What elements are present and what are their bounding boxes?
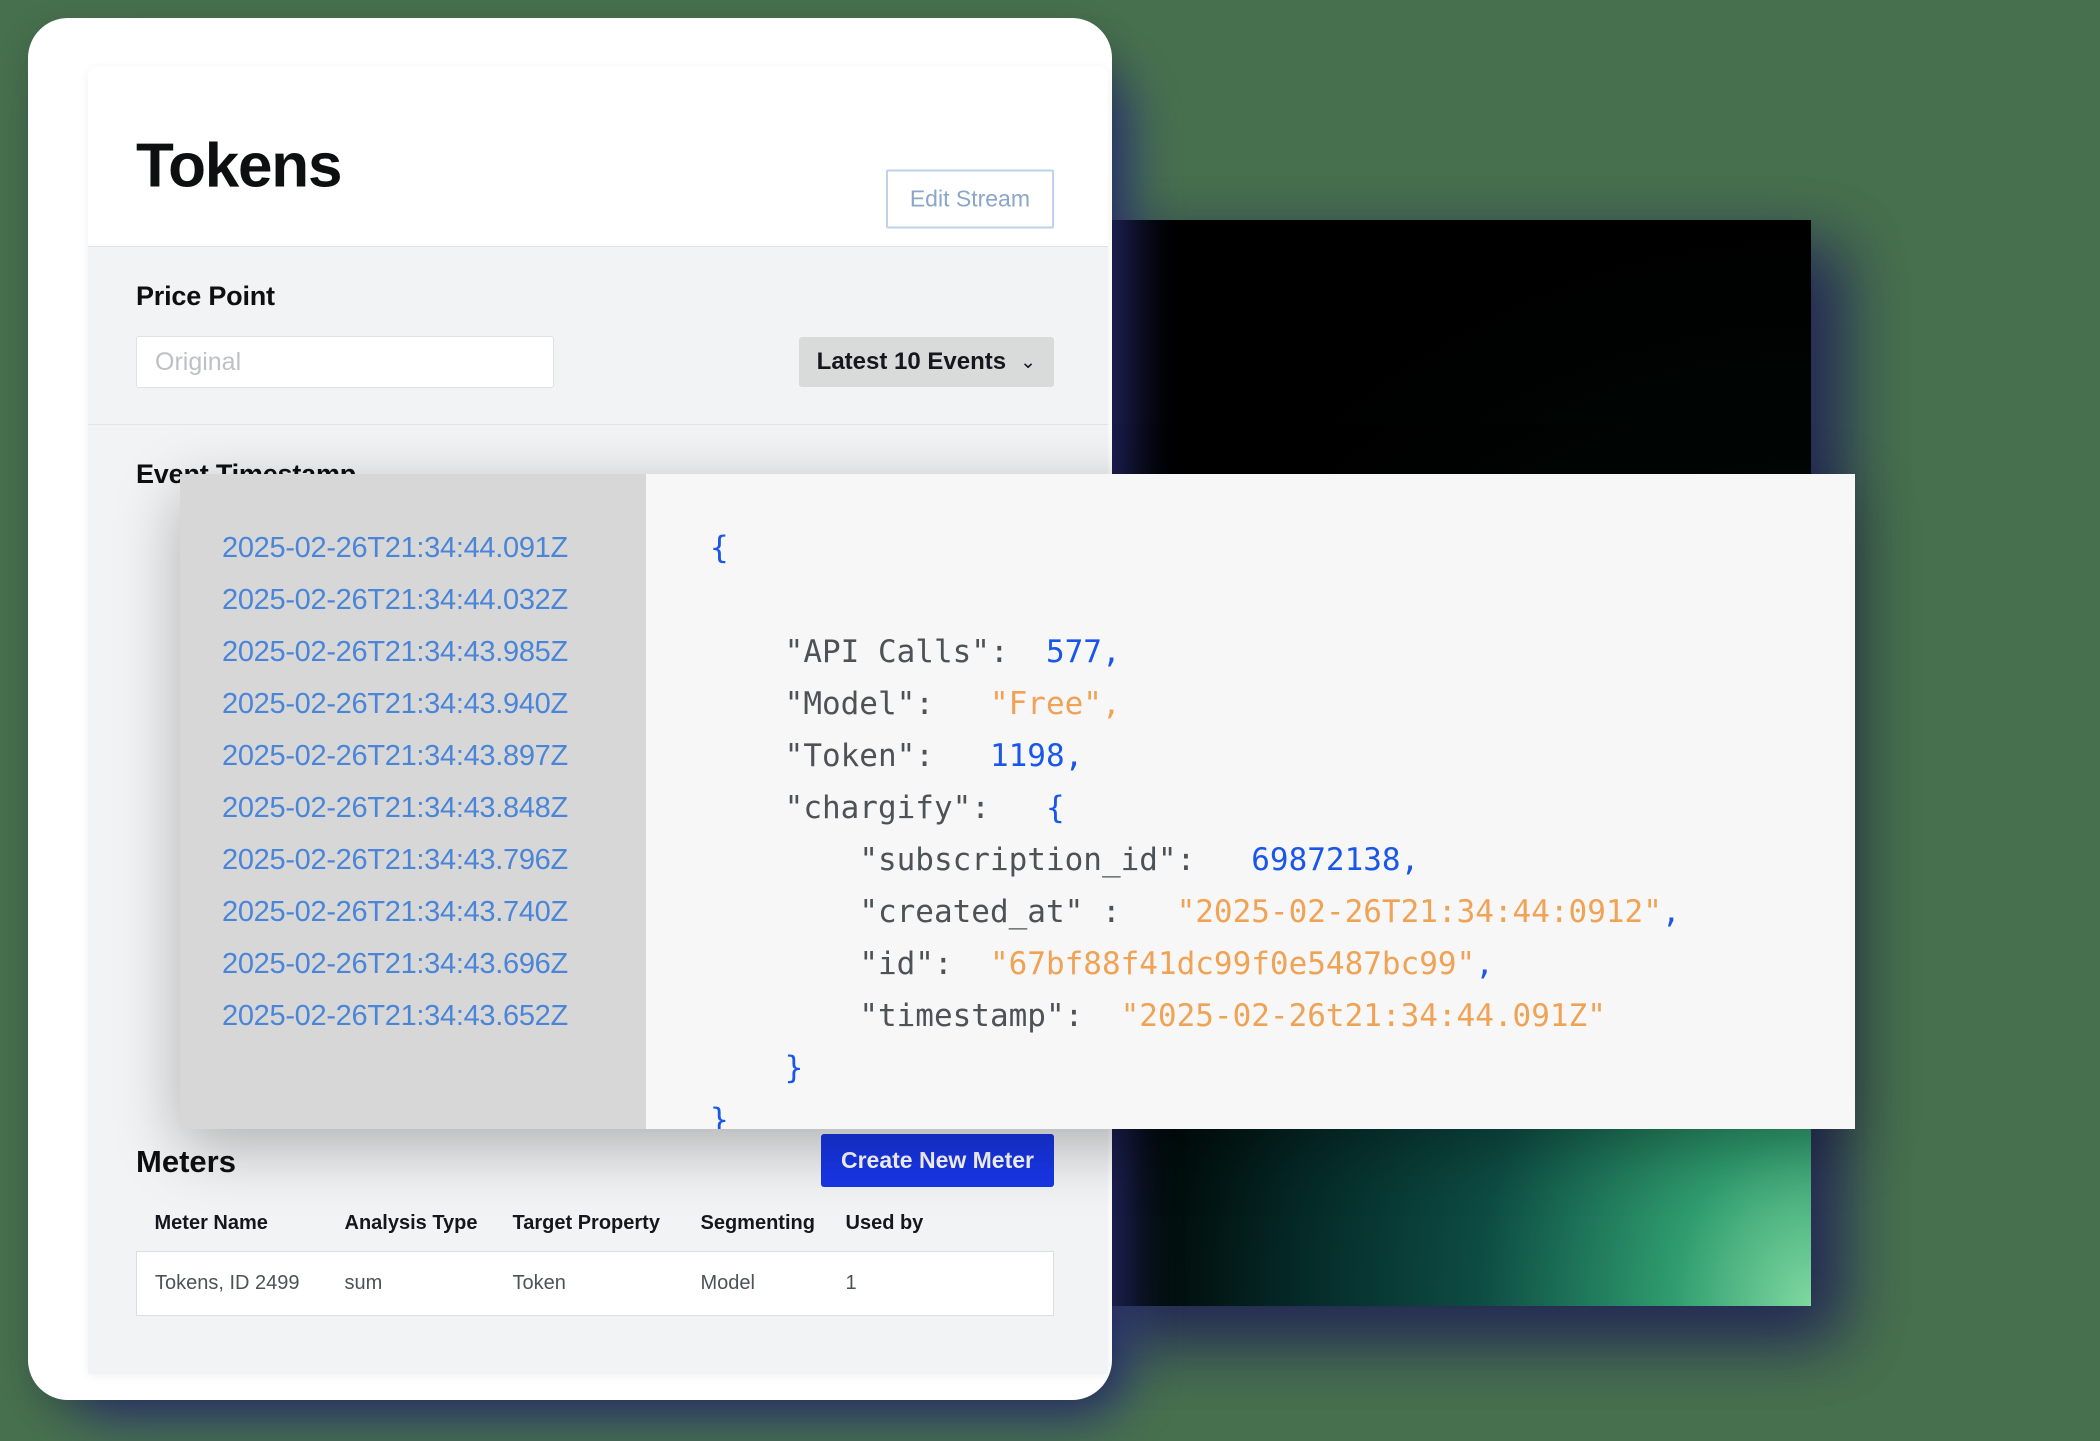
meters-table-head: Meter Name Analysis Type Target Property… bbox=[137, 1212, 1054, 1252]
list-item[interactable]: 2025-02-26T21:34:44.032Z bbox=[222, 574, 646, 626]
column-header-used-by: Used by bbox=[845, 1212, 924, 1234]
cell-used-by: 1 bbox=[845, 1272, 857, 1294]
json-value-subscription-id: 69872138, bbox=[1251, 842, 1420, 878]
column-header-target-property: Target Property bbox=[512, 1212, 660, 1234]
list-item[interactable]: 2025-02-26T21:34:43.897Z bbox=[222, 730, 646, 782]
json-value-timestamp: "2025-02-26t21:34:44.091Z" bbox=[1120, 998, 1606, 1034]
json-key-created-at: "created_at" : bbox=[859, 894, 1121, 930]
cell-segmenting: Model bbox=[700, 1272, 755, 1294]
json-close-brace: } bbox=[710, 1102, 729, 1129]
json-value-token: 1198, bbox=[989, 738, 1084, 774]
json-key-api-calls: "API Calls": bbox=[784, 634, 1009, 670]
chevron-down-icon: ⌄ bbox=[1020, 351, 1036, 373]
meters-header: Meters Create New Meter bbox=[136, 1134, 1060, 1198]
column-header-meter-name: Meter Name bbox=[154, 1212, 268, 1234]
meters-title: Meters bbox=[136, 1144, 236, 1179]
event-data-inspector-overlay: 2025-02-26T21:34:44.091Z 2025-02-26T21:3… bbox=[180, 474, 1855, 1129]
json-payload-viewer: { "API Calls": 577, "Model": "Free", "To… bbox=[646, 474, 1855, 1129]
list-item[interactable]: 2025-02-26T21:34:44.091Z bbox=[222, 522, 646, 574]
list-item[interactable]: 2025-02-26T21:34:43.652Z bbox=[222, 990, 646, 1042]
meters-table-body: Tokens, ID 2499 sum Token Model 1 bbox=[136, 1251, 1054, 1316]
json-key-id: "id": bbox=[859, 946, 953, 982]
json-chargify-open-brace: { bbox=[1045, 790, 1065, 826]
json-key-token: "Token": bbox=[784, 738, 934, 774]
edit-stream-button[interactable]: Edit Stream bbox=[885, 169, 1054, 229]
meters-table: Meter Name Analysis Type Target Property… bbox=[136, 1212, 1054, 1316]
json-created-at-comma: , bbox=[1661, 894, 1681, 930]
json-value-api-calls: 577, bbox=[1045, 634, 1121, 670]
list-item[interactable]: 2025-02-26T21:34:43.940Z bbox=[222, 678, 646, 730]
json-key-timestamp: "timestamp": bbox=[859, 998, 1084, 1034]
event-timestamp-list[interactable]: 2025-02-26T21:34:44.091Z 2025-02-26T21:3… bbox=[180, 474, 646, 1129]
column-header-segmenting: Segmenting bbox=[700, 1212, 815, 1234]
json-value-created-at: "2025-02-26T21:34:44:0912" bbox=[1176, 894, 1662, 930]
json-key-chargify: "chargify": bbox=[784, 790, 990, 826]
meters-section: Meters Create New Meter Meter Name Analy… bbox=[88, 1134, 1108, 1374]
list-item[interactable]: 2025-02-26T21:34:43.796Z bbox=[222, 834, 646, 886]
json-chargify-close-brace: } bbox=[784, 1050, 804, 1086]
table-header-row: Meter Name Analysis Type Target Property… bbox=[137, 1212, 1054, 1252]
json-open-brace: { bbox=[710, 530, 729, 566]
cell-target-property: Token bbox=[512, 1272, 566, 1294]
create-new-meter-button[interactable]: Create New Meter bbox=[820, 1134, 1054, 1187]
json-value-model: "Free", bbox=[989, 686, 1121, 722]
price-point-input[interactable] bbox=[136, 336, 554, 388]
json-value-id: "67bf88f41dc99f0e5487bc99" bbox=[989, 946, 1476, 982]
cell-analysis-type: sum bbox=[344, 1272, 383, 1294]
price-point-section: Price Point Latest 10 Events ⌄ bbox=[88, 247, 1108, 425]
json-key-subscription-id: "subscription_id": bbox=[859, 842, 1196, 878]
price-point-label: Price Point bbox=[136, 281, 275, 311]
list-item[interactable]: 2025-02-26T21:34:43.696Z bbox=[222, 938, 646, 990]
column-header-analysis-type: Analysis Type bbox=[344, 1212, 478, 1234]
table-row[interactable]: Tokens, ID 2499 sum Token Model 1 bbox=[136, 1251, 1054, 1316]
latest-events-dropdown-label: Latest 10 Events bbox=[816, 348, 1007, 375]
latest-events-dropdown[interactable]: Latest 10 Events ⌄ bbox=[798, 337, 1054, 387]
json-key-model: "Model": bbox=[784, 686, 934, 722]
json-id-comma: , bbox=[1475, 946, 1494, 982]
page-title: Tokens bbox=[136, 131, 342, 201]
list-item[interactable]: 2025-02-26T21:34:43.848Z bbox=[222, 782, 646, 834]
cell-meter-name: Tokens, ID 2499 bbox=[155, 1272, 300, 1294]
list-item[interactable]: 2025-02-26T21:34:43.985Z bbox=[222, 626, 646, 678]
list-item[interactable]: 2025-02-26T21:34:43.740Z bbox=[222, 886, 646, 938]
app-header: Tokens Edit Stream bbox=[88, 66, 1108, 247]
